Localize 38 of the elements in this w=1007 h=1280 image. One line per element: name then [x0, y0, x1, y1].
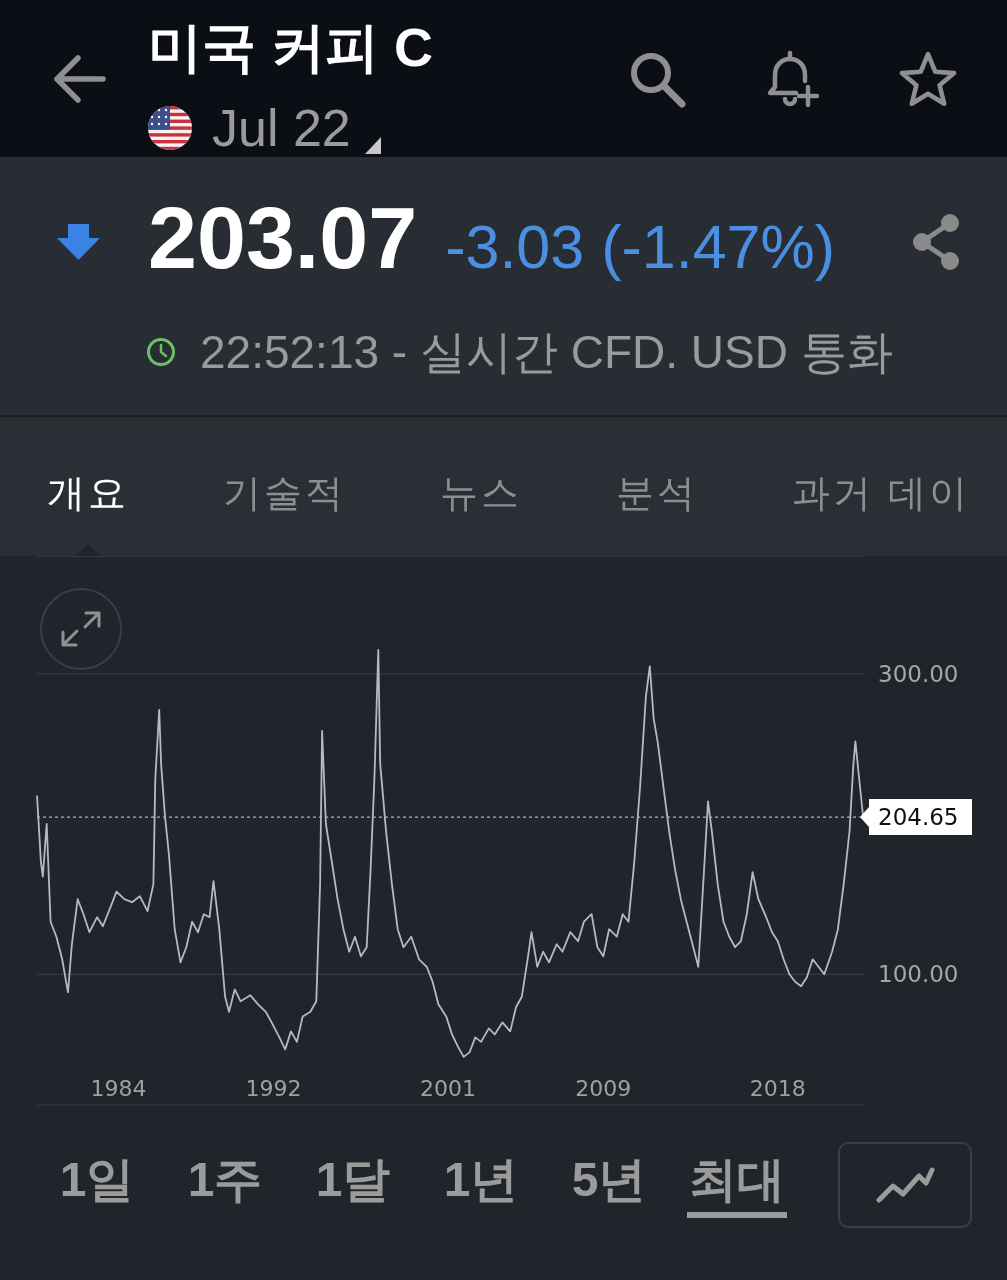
flag-icon — [148, 105, 192, 150]
back-arrow-icon — [52, 53, 106, 104]
share-icon — [912, 214, 960, 270]
time-range-tab[interactable]: 1주 — [185, 1152, 265, 1218]
star-icon — [898, 50, 958, 107]
x-axis-label: 2001 — [420, 1076, 477, 1101]
section-tab[interactable]: 개요 — [47, 469, 129, 516]
time-range-tab[interactable]: 5년 — [569, 1152, 649, 1218]
time-range-tab[interactable]: 1년 — [441, 1152, 521, 1218]
x-axis-label: 1992 — [245, 1076, 302, 1101]
y-axis-label: 300.00 — [878, 660, 959, 687]
expand-icon — [59, 609, 103, 649]
quote-time-status: 22:52:13 - 실시간 CFD. USD 통화 — [200, 325, 893, 380]
x-axis-label: 1984 — [90, 1076, 147, 1101]
section-tab[interactable]: 기술적 — [223, 469, 346, 516]
current-price-tag: 204.65 — [860, 799, 972, 836]
ref-line-label: 204.65 — [878, 804, 959, 831]
time-range-tab[interactable]: 1일 — [57, 1152, 137, 1218]
instrument-title: 미국 커피 C — [148, 15, 433, 79]
x-axis-label: 2009 — [575, 1076, 632, 1101]
chart-type-button[interactable] — [838, 1142, 972, 1228]
section-tab[interactable]: 분석 — [616, 469, 698, 516]
time-range-tab[interactable]: 1달 — [313, 1152, 393, 1218]
section-tab[interactable]: 과거 데이 — [792, 469, 970, 516]
time-range-tab[interactable]: 최대 — [687, 1152, 787, 1218]
favorite-button[interactable] — [898, 50, 958, 107]
section-tab[interactable]: 뉴스 — [440, 469, 522, 516]
last-price: 203.07 — [148, 192, 418, 283]
price-change: -3.03 (-1.47%) — [445, 211, 836, 283]
expand-button[interactable] — [40, 588, 122, 670]
x-axis-label: 2018 — [749, 1076, 806, 1101]
back-button[interactable] — [52, 53, 106, 104]
line-chart-icon — [875, 1166, 935, 1204]
contract-selector[interactable]: Jul 22 — [148, 101, 381, 154]
clock-icon — [146, 337, 176, 367]
y-axis-label: 100.00 — [878, 961, 959, 988]
dropdown-corner-icon — [364, 136, 381, 154]
share-button[interactable] — [912, 214, 960, 270]
